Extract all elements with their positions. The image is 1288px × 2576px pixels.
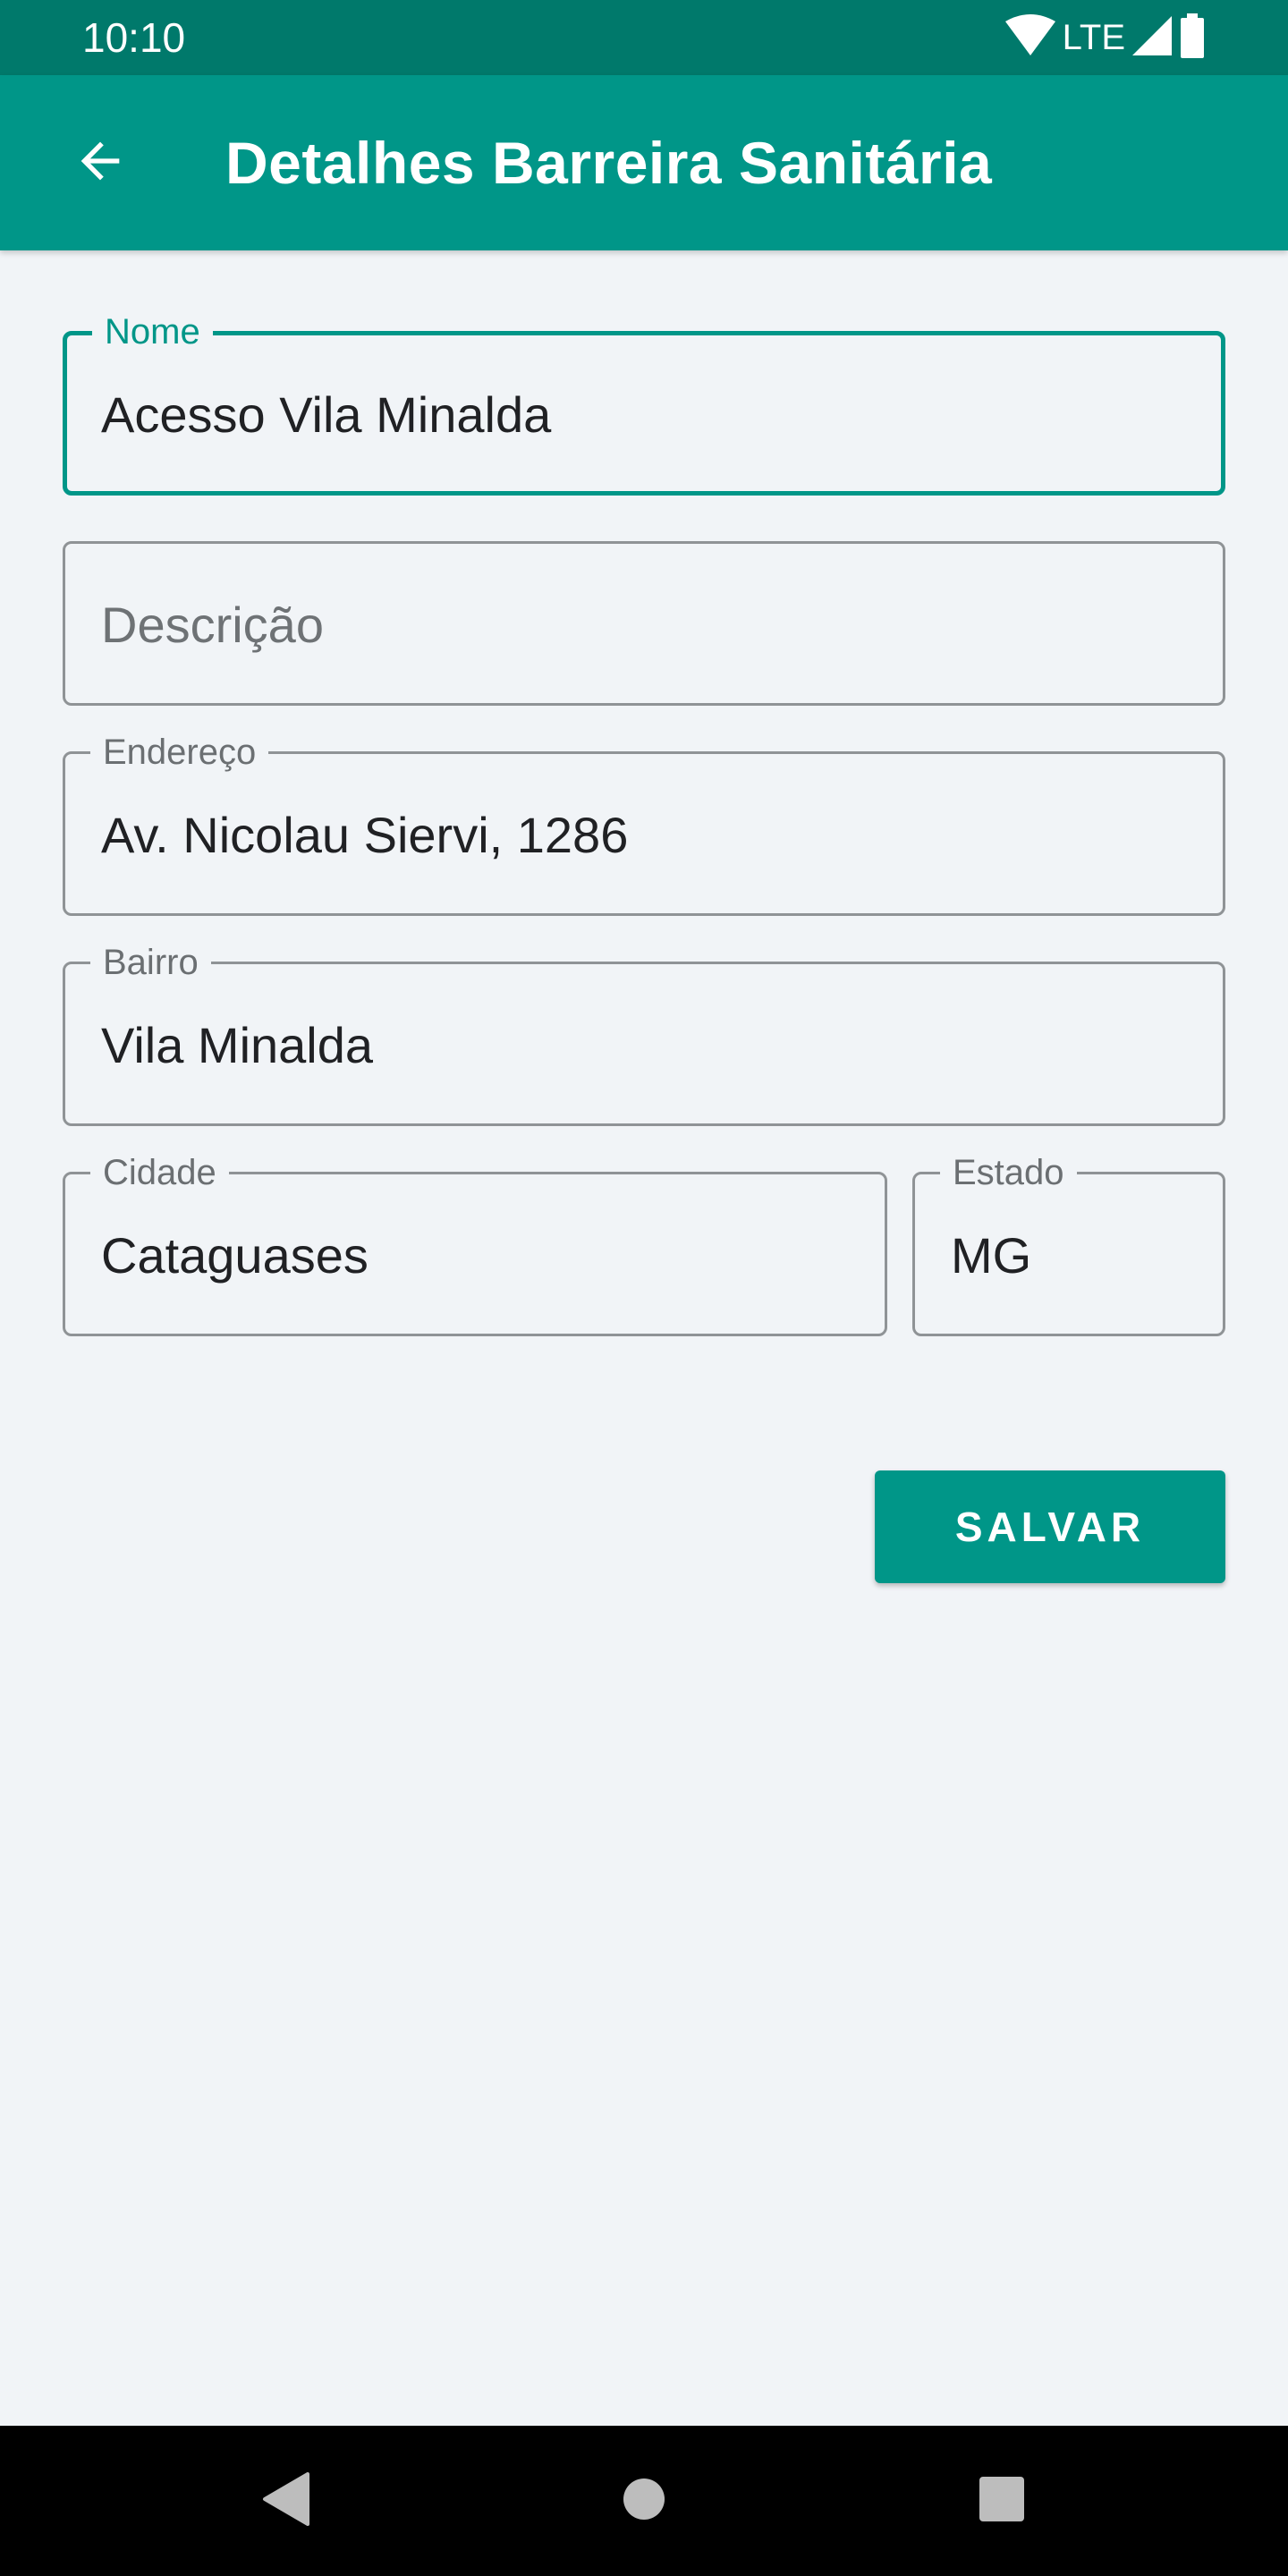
descricao-placeholder: Descrição	[101, 597, 324, 653]
endereco-field[interactable]: Endereço Av. Nicolau Siervi, 1286	[63, 731, 1225, 916]
nav-home-button[interactable]	[599, 2456, 689, 2546]
descricao-field[interactable]: Descrição	[63, 541, 1225, 706]
arrow-back-icon	[72, 132, 129, 194]
app-bar: Detalhes Barreira Sanitária	[0, 75, 1288, 250]
nav-recents-button[interactable]	[957, 2456, 1046, 2546]
endereco-label: Endereço	[90, 731, 269, 774]
page-title: Detalhes Barreira Sanitária	[225, 130, 993, 196]
nome-field[interactable]: Nome Acesso Vila Minalda	[63, 310, 1225, 496]
save-button[interactable]: SALVAR	[875, 1470, 1225, 1583]
estado-field[interactable]: Estado MG	[912, 1151, 1225, 1336]
status-icons: LTE	[1004, 13, 1206, 63]
cidade-value[interactable]: Cataguases	[101, 1226, 849, 1285]
triangle-back-icon	[261, 2471, 311, 2530]
wifi-icon	[1004, 13, 1057, 62]
bairro-label: Bairro	[90, 941, 211, 984]
bairro-value[interactable]: Vila Minalda	[101, 1016, 1187, 1075]
circle-home-icon	[622, 2477, 666, 2526]
endereco-value[interactable]: Av. Nicolau Siervi, 1286	[101, 806, 1187, 865]
estado-value[interactable]: MG	[951, 1226, 1187, 1285]
estado-label: Estado	[940, 1151, 1077, 1194]
cidade-field[interactable]: Cidade Cataguases	[63, 1151, 887, 1336]
nome-label: Nome	[92, 310, 213, 353]
system-navigation-bar	[0, 2426, 1288, 2576]
status-bar: 10:10 LTE	[0, 0, 1288, 75]
battery-icon	[1179, 13, 1206, 63]
network-type: LTE	[1062, 18, 1125, 57]
square-recents-icon	[979, 2476, 1025, 2527]
nav-back-button[interactable]	[242, 2456, 331, 2546]
status-time: 10:10	[82, 14, 186, 61]
signal-icon	[1131, 14, 1174, 62]
nome-value[interactable]: Acesso Vila Minalda	[101, 386, 1185, 445]
cidade-label: Cidade	[90, 1151, 229, 1194]
bairro-field[interactable]: Bairro Vila Minalda	[63, 941, 1225, 1126]
back-button[interactable]	[50, 113, 150, 213]
